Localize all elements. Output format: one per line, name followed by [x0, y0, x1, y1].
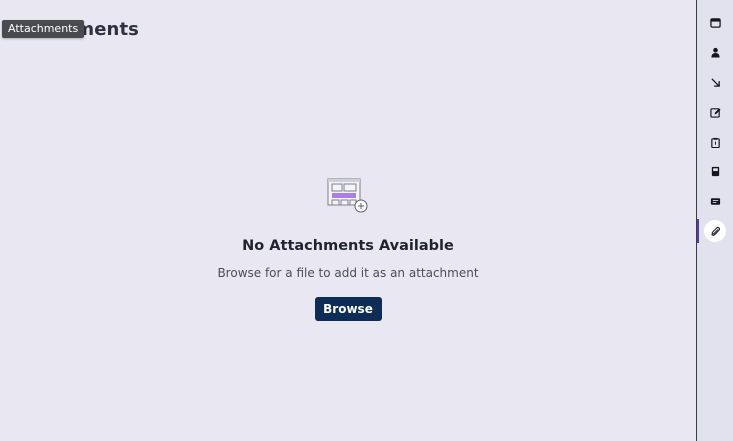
empty-state-description: Browse for a file to add it as an attach… [217, 266, 479, 280]
sidebar-item-calendar[interactable] [697, 7, 733, 37]
active-item-bubble [704, 220, 726, 242]
active-indicator [697, 219, 699, 243]
book-icon [711, 166, 719, 176]
sidebar-item-assign[interactable] [697, 67, 733, 97]
attachment-illustration-icon [327, 178, 368, 213]
sidebar-item-book[interactable] [697, 156, 733, 186]
sidebar-rail [696, 0, 733, 441]
empty-state: No Attachments Available Browse for a fi… [0, 176, 696, 321]
sidebar-item-card[interactable] [697, 186, 733, 216]
sidebar-item-user[interactable] [697, 37, 733, 67]
tooltip: Attachments [2, 20, 85, 38]
card-icon [710, 197, 720, 205]
calendar-icon [709, 17, 721, 28]
sidebar-item-attachments[interactable] [697, 216, 733, 246]
sidebar-item-edit[interactable] [697, 97, 733, 127]
arrow-down-right-icon [710, 77, 720, 87]
attachments-panel: Attachments Attachments No Attachments A… [0, 0, 696, 441]
clipboard-icon [710, 137, 720, 148]
sidebar-item-clipboard[interactable] [697, 127, 733, 157]
edit-icon [709, 107, 721, 118]
paperclip-icon [710, 226, 720, 236]
browse-button[interactable]: Browse [314, 297, 382, 321]
empty-state-title: No Attachments Available [242, 238, 454, 254]
user-icon [710, 47, 720, 58]
